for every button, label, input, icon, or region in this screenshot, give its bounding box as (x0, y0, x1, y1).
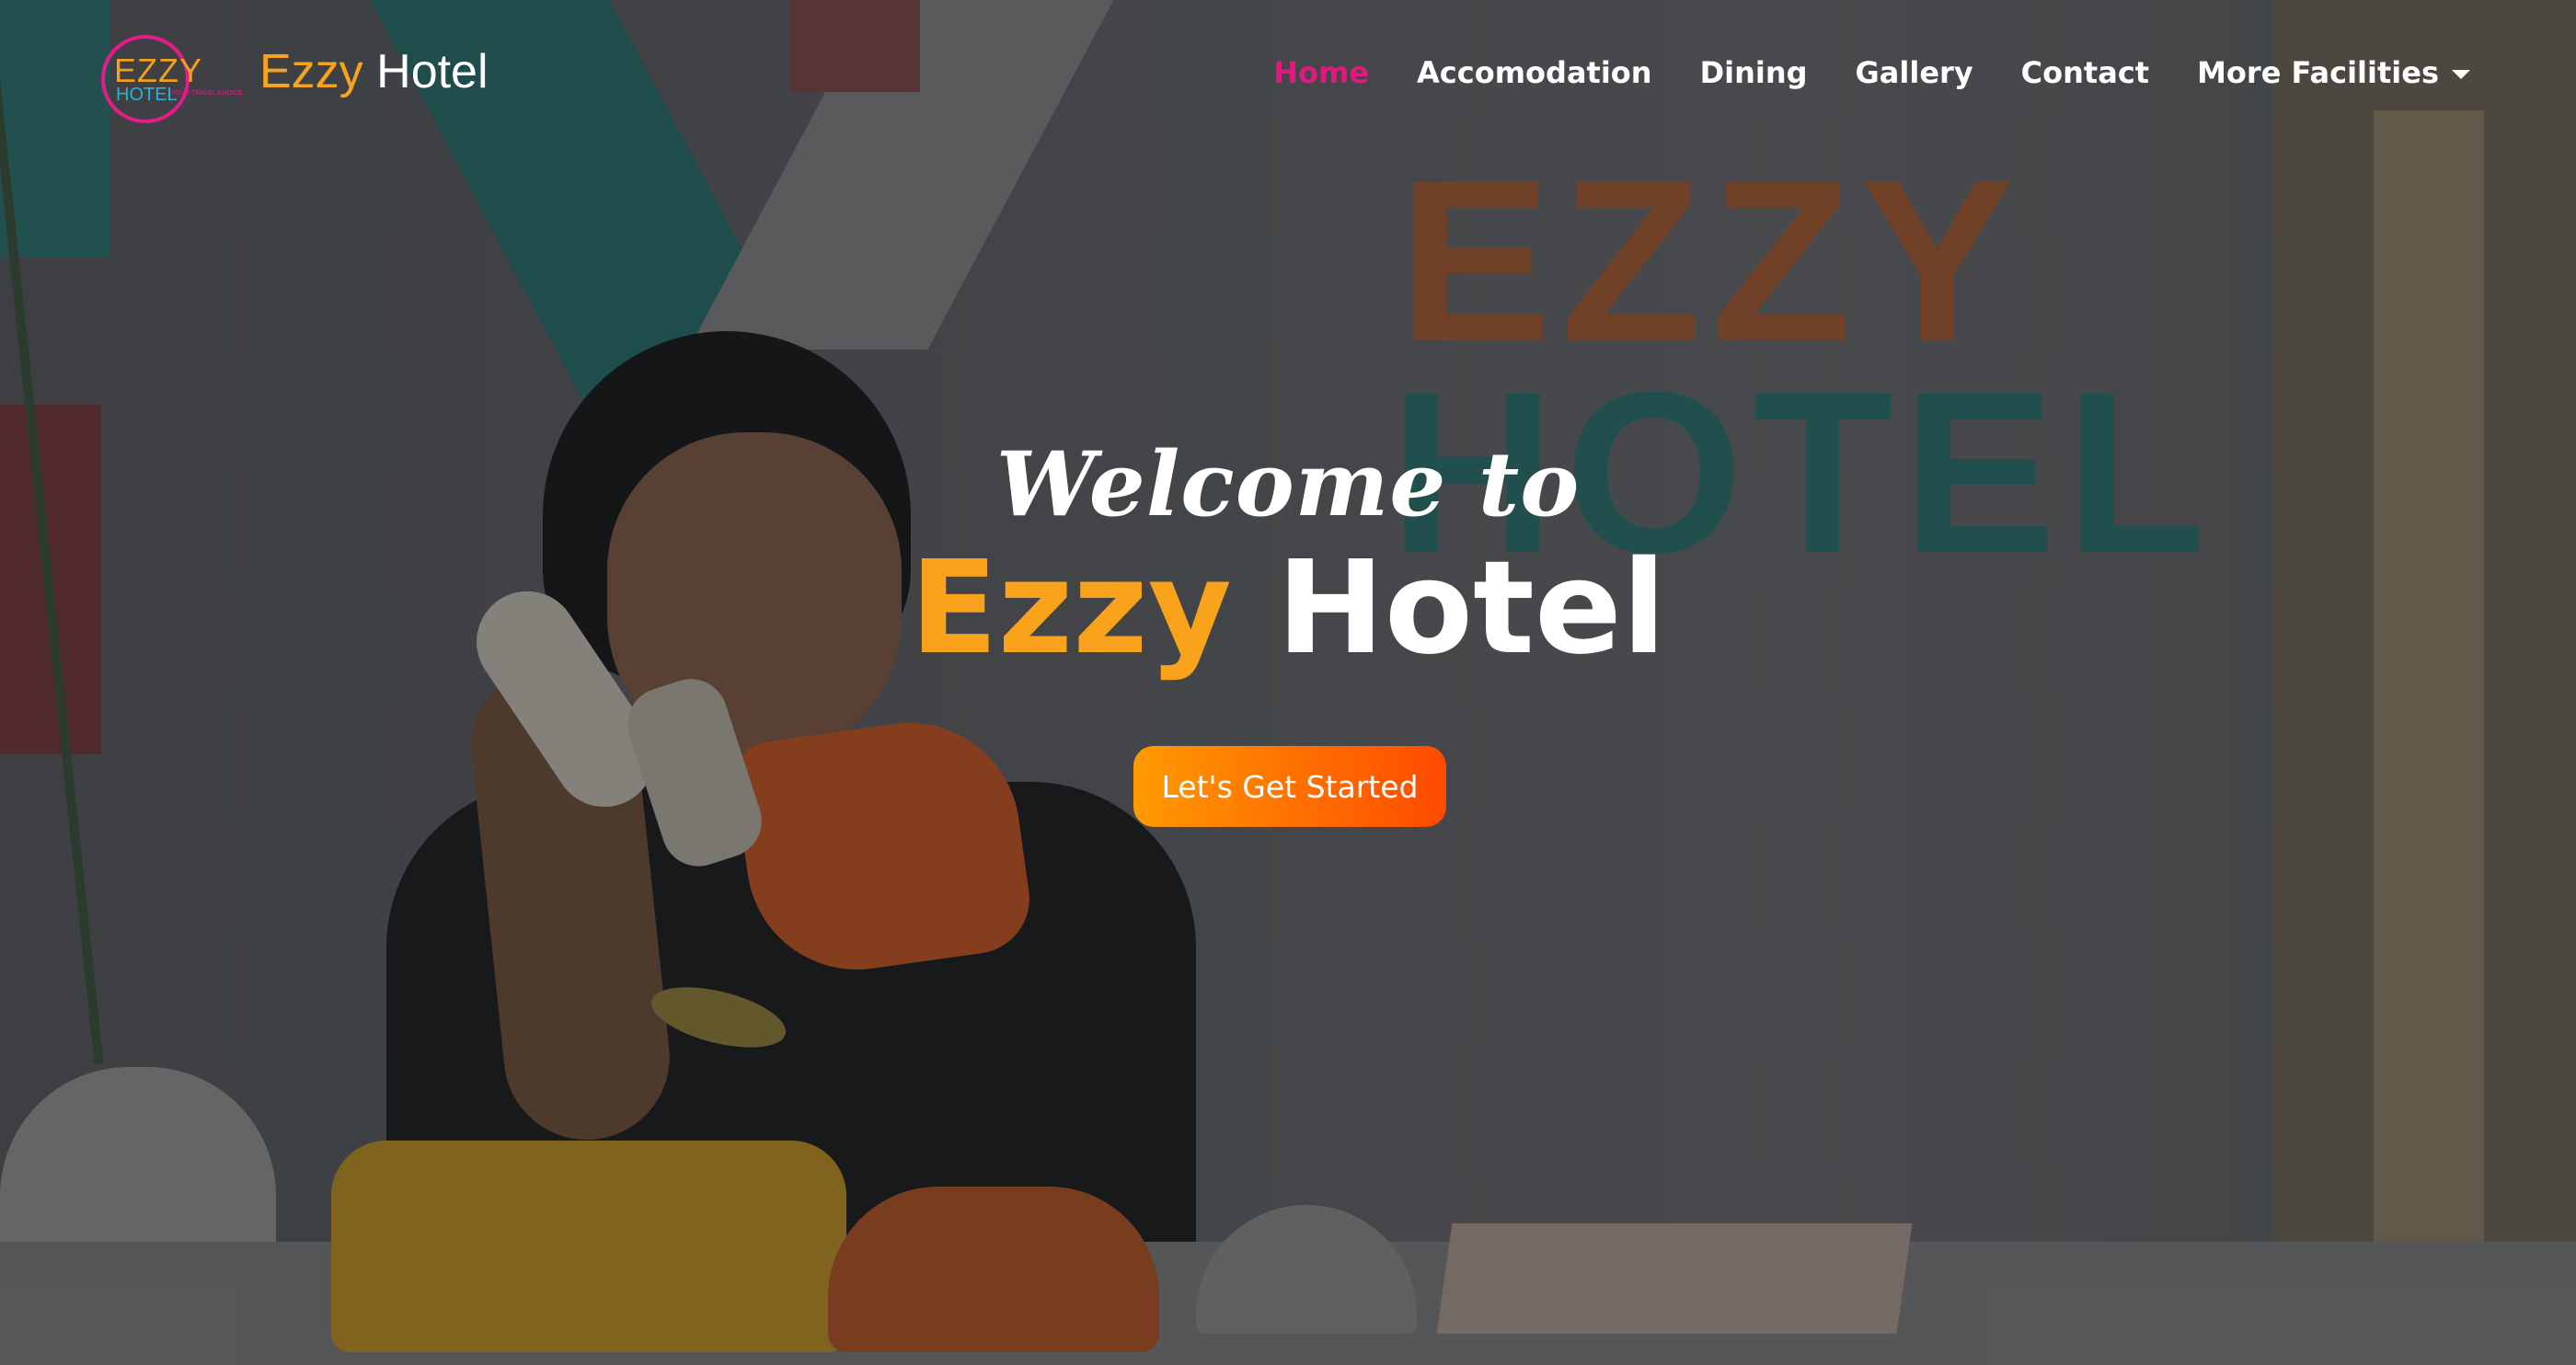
nav-link-accomodation[interactable]: Accomodation (1417, 55, 1652, 90)
nav-link-more-facilities[interactable]: More Facilities (2197, 55, 2439, 90)
get-started-button[interactable]: Let's Get Started (1133, 746, 1446, 827)
nav-link-contact[interactable]: Contact (2021, 55, 2149, 90)
hero-title: Ezzy Hotel (0, 533, 2576, 683)
navbar: EZZY HOTEL YOUR TRAVEL CHOICE Ezzy Hotel… (0, 0, 2576, 156)
hero-welcome: Welcome to (0, 432, 2576, 536)
nav-link-home[interactable]: Home (1273, 55, 1369, 90)
hero-title-ezzy: Ezzy (910, 533, 1232, 683)
nav-link-dining[interactable]: Dining (1700, 55, 1808, 90)
brand-name[interactable]: Ezzy Hotel (259, 44, 489, 99)
main-nav: Home Accomodation Dining Gallery Contact… (1273, 55, 2470, 90)
logo-tagline: YOUR TRAVEL CHOICE (171, 90, 243, 97)
nav-dropdown-more-facilities[interactable]: More Facilities (2197, 55, 2470, 90)
caret-down-icon[interactable] (2452, 70, 2470, 79)
brand-name-ezzy: Ezzy (259, 45, 363, 98)
logo-text-hotel: HOTEL (116, 85, 178, 105)
brand-logo[interactable]: EZZY HOTEL YOUR TRAVEL CHOICE (101, 35, 243, 123)
nav-link-gallery[interactable]: Gallery (1856, 55, 1973, 90)
brand-name-hotel: Hotel (376, 45, 489, 98)
hero-title-hotel: Hotel (1276, 533, 1666, 683)
hero-welcome-text: Welcome to (995, 432, 1581, 536)
